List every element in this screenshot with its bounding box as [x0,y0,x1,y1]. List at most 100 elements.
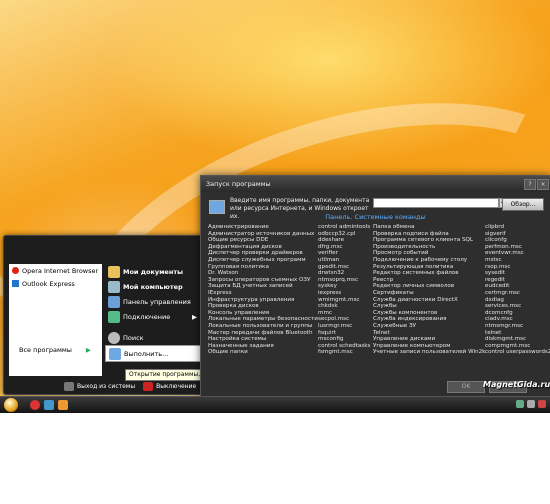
help-button[interactable]: ? [524,179,536,190]
command-item[interactable]: Telnet [373,330,485,337]
command-item[interactable]: Папка обмена [373,224,485,231]
logoff-button[interactable]: Выход из системы [64,382,135,391]
command-item[interactable]: Администратор источников данных [208,231,318,238]
command-item[interactable]: Служебные ЗУ [373,323,485,330]
command-item[interactable]: clipbrd [485,224,545,231]
panel-title-link[interactable]: Панель. Системные команды [201,213,550,221]
command-item[interactable]: services.msc [485,303,545,310]
quicklaunch-desktop-icon[interactable] [44,400,54,410]
command-item[interactable]: ciadv.msc [485,316,545,323]
command-item[interactable]: Службы [373,303,485,310]
command-item[interactable]: perfmon.msc [485,244,545,251]
command-item[interactable]: chkdsk [318,303,373,310]
command-item[interactable]: Настройка системы [208,336,318,343]
command-item[interactable]: Общие ресурсы DDE [208,237,318,244]
command-item[interactable]: Dr. Watson [208,270,318,277]
command-item[interactable]: IExpress [208,290,318,297]
command-item[interactable]: eudcedit [485,283,545,290]
command-item[interactable]: Диспетчер служебных программ [208,257,318,264]
command-item[interactable]: syskey [318,283,373,290]
command-item[interactable]: Назначенные задания [208,343,318,350]
command-item[interactable]: Проверка подписи файла [373,231,485,238]
command-item[interactable]: mstsc [485,257,545,264]
command-item[interactable]: Сертификаты [373,290,485,297]
places-item-label: Поиск [123,333,144,342]
command-item[interactable]: compmgmt.msc [485,343,545,350]
all-programs-button[interactable]: Все программы ▶ [19,346,91,354]
command-item[interactable]: Локальные параметры безопасности [208,316,318,323]
command-item[interactable]: control schedtasks [318,343,373,350]
places-item-my-documents[interactable]: Мои документы [105,264,201,279]
start-button[interactable] [4,398,18,412]
command-item[interactable]: Редактор системных файлов [373,270,485,277]
command-item[interactable]: drwtsn32 [318,270,373,277]
command-item[interactable]: certmgr.msc [485,290,545,297]
command-item[interactable]: diskmgmt.msc [485,336,545,343]
command-item[interactable]: Служба диагностики DirectX [373,297,485,304]
command-item[interactable]: fsmgmt.msc [318,349,373,356]
run-command-input[interactable] [373,198,499,208]
places-item-connect[interactable]: Подключение ▶ [105,309,201,324]
command-item[interactable]: rsop.msc [485,264,545,271]
tray-network-icon[interactable] [516,400,524,408]
command-item[interactable]: Редактор личных символов [373,283,485,290]
command-item[interactable]: control userpasswords2 [485,349,550,356]
command-item[interactable]: Групповая политика [208,264,318,271]
command-item[interactable]: cliconfg [485,237,545,244]
command-item[interactable]: Подключение к рабочему столу [373,257,485,264]
command-item[interactable]: secpol.msc [318,316,373,323]
ok-button[interactable]: OK [447,381,485,393]
tray-shield-icon[interactable] [538,400,546,408]
command-item[interactable]: dfrg.msc [318,244,373,251]
command-item[interactable]: dxdiag [485,297,545,304]
command-item[interactable]: Инфраструктура управления [208,297,318,304]
command-item[interactable]: ntmsmgr.msc [485,323,545,330]
places-item-search[interactable]: Поиск [105,330,201,345]
close-button[interactable]: × [537,179,549,190]
command-item[interactable]: Программа сетевого клиента SQL [373,237,485,244]
command-item[interactable]: sigverif [485,231,545,238]
pinned-item-opera[interactable]: Opera Internet Browser [9,264,102,277]
command-item[interactable]: ddeshare [318,237,373,244]
command-item[interactable]: control admintools [318,224,373,231]
command-item[interactable]: regedit [485,277,545,284]
command-item[interactable]: odbccp32.cpl [318,231,373,238]
command-item[interactable]: telnet [485,330,545,337]
command-item[interactable]: Служба индексирования [373,316,485,323]
command-item[interactable]: Управление дисками [373,336,485,343]
command-item[interactable]: Локальные пользователи и группы [208,323,318,330]
command-item[interactable]: lusrmgr.msc [318,323,373,330]
shutdown-button[interactable]: Выключение [143,382,196,391]
places-item-run[interactable]: Выполнить... [105,345,201,362]
tray-volume-icon[interactable] [527,400,535,408]
command-item[interactable]: ntmsoprq.msc [318,277,373,284]
command-item[interactable]: Реестр [373,277,485,284]
places-item-my-computer[interactable]: Мой компьютер [105,279,201,294]
command-item[interactable]: Просмотр событий [373,250,485,257]
command-item[interactable]: Диспетчер проверки драйверов [208,250,318,257]
command-item[interactable]: iexpress [318,290,373,297]
command-item[interactable]: fsquirt [318,330,373,337]
command-item[interactable]: Консоль управления [208,310,318,317]
command-item[interactable]: utilman [318,257,373,264]
command-item[interactable]: gpedit.msc [318,264,373,271]
command-item[interactable]: Учетные записи пользователей Win2k [373,349,485,356]
command-item[interactable]: Общие папки [208,349,318,356]
command-item[interactable]: Проверка дисков [208,303,318,310]
command-item[interactable]: verifier [318,250,373,257]
control-panel-icon [108,295,120,308]
command-item[interactable]: Службы компонентов [373,310,485,317]
command-item[interactable]: eventvwr.msc [485,250,545,257]
quicklaunch-media-icon[interactable] [58,400,68,410]
places-item-control-panel[interactable]: Панель управления [105,294,201,309]
browse-button[interactable]: Обзор... [502,198,544,211]
pinned-item-outlook[interactable]: Outlook Express [9,277,102,290]
command-item[interactable]: Защита БД учетных записей [208,283,318,290]
command-item[interactable]: Администрирование [208,224,318,231]
quicklaunch-browser-icon[interactable] [30,400,40,410]
command-item[interactable]: dcomcnfg [485,310,545,317]
command-item[interactable]: mmc [318,310,373,317]
command-item[interactable]: sysedit [485,270,545,277]
command-item[interactable]: wmimgmt.msc [318,297,373,304]
command-item[interactable]: msconfig [318,336,373,343]
